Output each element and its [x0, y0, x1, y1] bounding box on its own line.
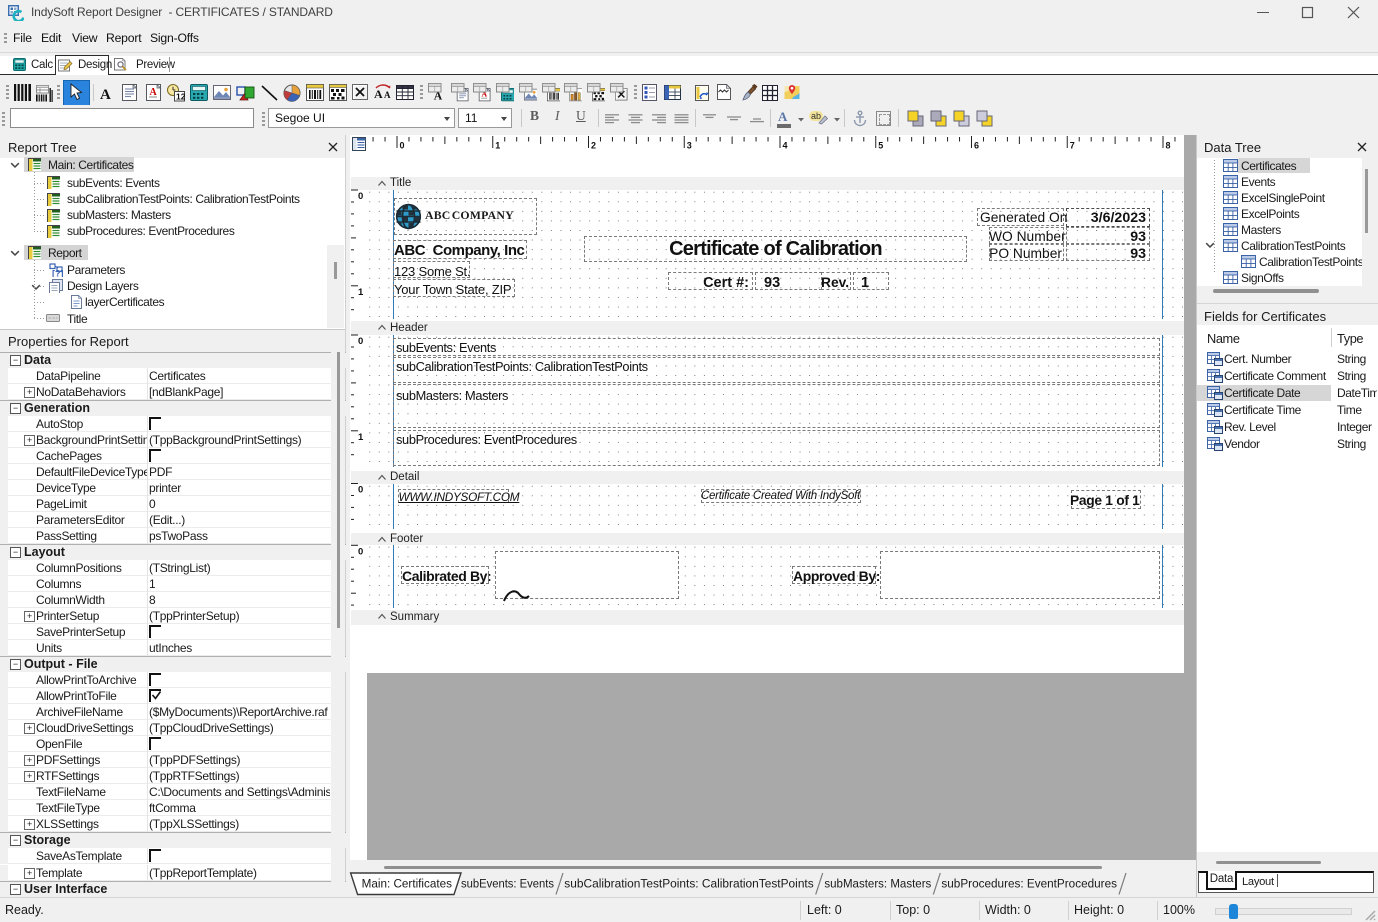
- svg-text:12: 12: [176, 92, 185, 102]
- svg-text:5: 5: [878, 141, 883, 151]
- svg-text:0: 0: [358, 191, 363, 202]
- svg-text:0: 0: [400, 141, 405, 151]
- svg-text:4: 4: [783, 141, 788, 151]
- svg-text:6: 6: [974, 141, 979, 151]
- svg-text:0: 0: [358, 485, 363, 496]
- svg-text:subMasters: Masters: subMasters: Masters: [824, 877, 931, 891]
- svg-text:3: 3: [687, 141, 692, 151]
- svg-text:2: 2: [591, 141, 596, 151]
- svg-text:Main: Certificates: Main: Certificates: [362, 877, 452, 891]
- svg-text:1: 1: [358, 287, 364, 298]
- svg-text:subCalibrationTestPoints: Cali: subCalibrationTestPoints: CalibrationTes…: [564, 877, 813, 891]
- svg-text:7: 7: [1070, 141, 1075, 151]
- svg-text:subProcedures: EventProcedures: subProcedures: EventProcedures: [941, 877, 1117, 891]
- svg-text:0: 0: [358, 336, 363, 347]
- svg-text:A: A: [150, 87, 158, 98]
- svg-text:A: A: [384, 90, 391, 100]
- svg-text:1: 1: [358, 432, 364, 443]
- svg-text:A: A: [374, 87, 383, 101]
- svg-text:0: 0: [358, 546, 363, 557]
- svg-text:8: 8: [1166, 141, 1171, 151]
- svg-text:A: A: [100, 87, 111, 102]
- svg-text:[?]: [?]: [52, 268, 64, 277]
- svg-text:1: 1: [495, 141, 500, 151]
- svg-text:subEvents: Events: subEvents: Events: [461, 877, 554, 891]
